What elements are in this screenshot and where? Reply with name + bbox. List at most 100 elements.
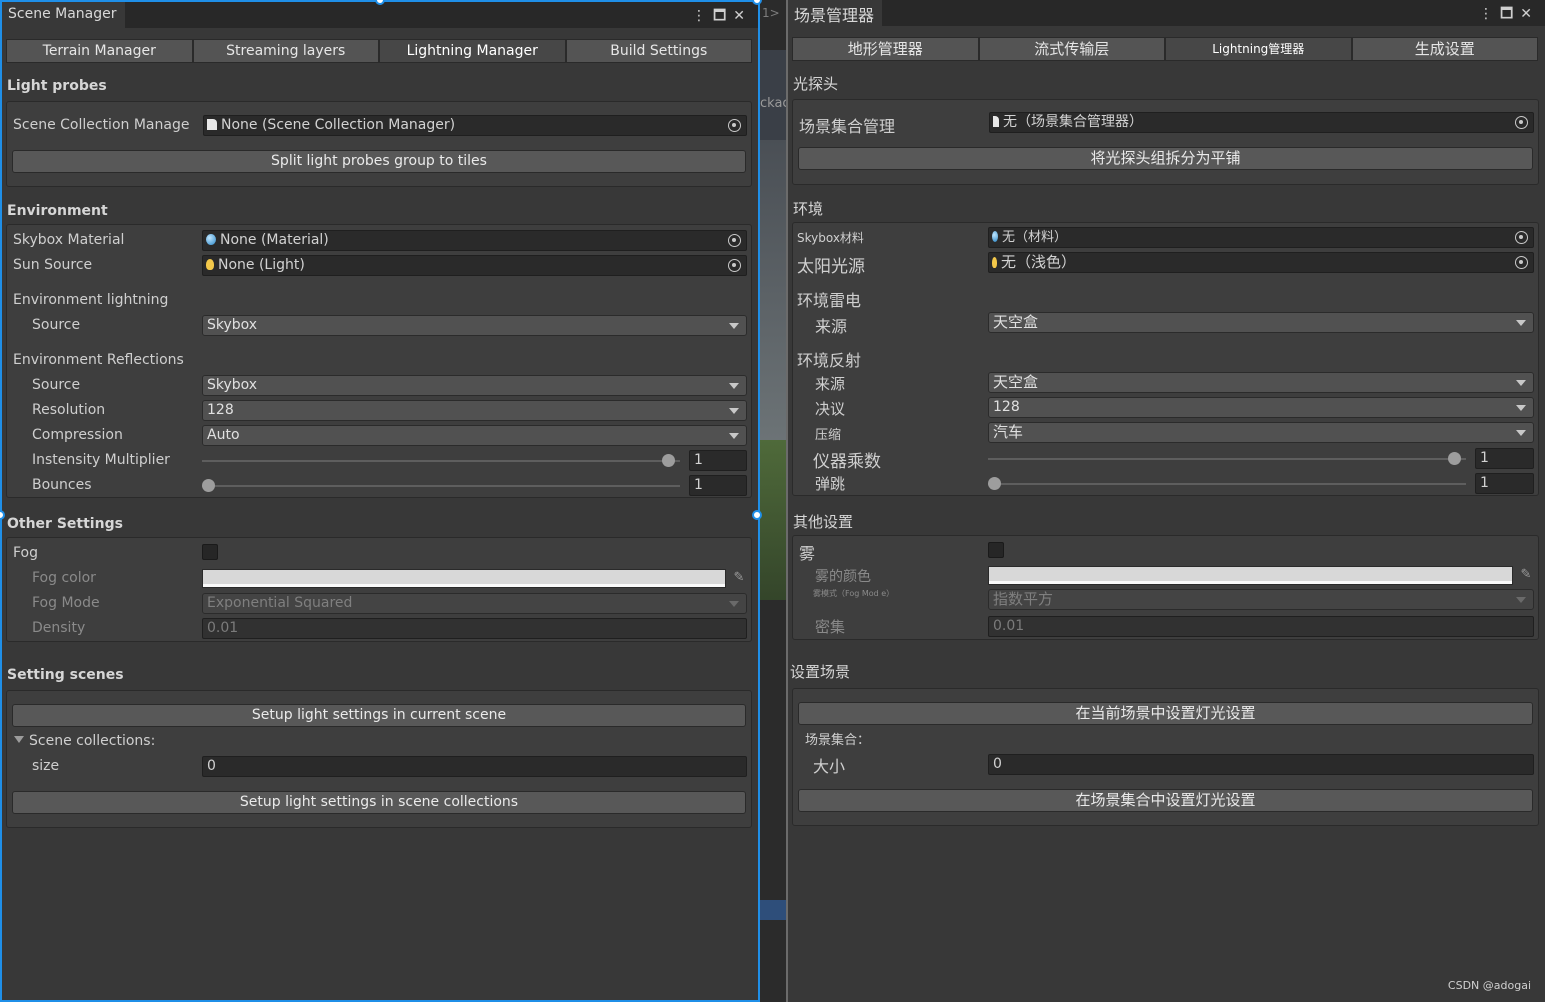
sun-source-field[interactable]: 无（浅色） bbox=[988, 252, 1534, 273]
document-icon bbox=[993, 116, 999, 127]
object-picker-icon[interactable] bbox=[1515, 231, 1528, 244]
size-input[interactable]: 0 bbox=[202, 756, 747, 777]
bounces-slider-handle[interactable] bbox=[988, 477, 1001, 490]
setup-current-scene-button[interactable]: 在当前场景中设置灯光设置 bbox=[798, 702, 1533, 725]
sun-source-value: 无（浅色） bbox=[1001, 253, 1077, 271]
tab-lightning-manager[interactable]: Lightning管理器 bbox=[1165, 37, 1352, 61]
bounces-slider-handle[interactable] bbox=[202, 479, 215, 492]
section-title-light-probes: 光探头 bbox=[793, 75, 839, 93]
intensity-slider-handle[interactable] bbox=[662, 454, 676, 467]
close-icon[interactable]: ✕ bbox=[1520, 6, 1539, 22]
eyedropper-icon[interactable]: ✎ bbox=[731, 570, 747, 586]
light-probes-box: Scene Collection Manage None (Scene Coll… bbox=[6, 101, 752, 187]
tab-terrain-manager[interactable]: 地形管理器 bbox=[792, 37, 979, 61]
object-picker-icon[interactable] bbox=[1515, 256, 1528, 269]
window-titlebar: 场景管理器 ⋮🗖✕ bbox=[788, 0, 1545, 26]
window-menu-icon[interactable]: ⋮ bbox=[1479, 6, 1500, 22]
scene-collections-foldout[interactable]: 场景集合： bbox=[805, 729, 870, 748]
resolution-dropdown[interactable]: 128 bbox=[202, 400, 747, 421]
tab-terrain-manager[interactable]: Terrain Manager bbox=[6, 39, 193, 63]
chevron-down-icon bbox=[729, 433, 739, 439]
window-title-tab[interactable]: Scene Manager bbox=[2, 2, 125, 28]
fog-mode-value: 指数平方 bbox=[993, 590, 1054, 608]
setup-scene-collections-button[interactable]: Setup light settings in scene collection… bbox=[12, 791, 746, 814]
intensity-slider-track[interactable] bbox=[988, 458, 1466, 460]
scene-view-region bbox=[760, 900, 786, 920]
tab-streaming-layers[interactable]: Streaming layers bbox=[192, 39, 379, 63]
close-icon[interactable]: ✕ bbox=[733, 8, 752, 24]
object-picker-icon[interactable] bbox=[728, 234, 741, 247]
scene-view-sliver: 1> ckac bbox=[760, 0, 786, 1002]
density-input[interactable]: 0.01 bbox=[988, 616, 1534, 637]
bounces-input[interactable]: 1 bbox=[1475, 473, 1534, 494]
window-menu-icon[interactable]: ⋮ bbox=[692, 8, 713, 24]
scene-collections-foldout[interactable]: Scene collections: bbox=[14, 733, 155, 749]
fog-mode-dropdown[interactable]: Exponential Squared bbox=[202, 593, 747, 614]
skybox-material-field[interactable]: None (Material) bbox=[202, 230, 747, 251]
density-input[interactable]: 0.01 bbox=[202, 618, 747, 639]
lighting-source-dropdown[interactable]: Skybox bbox=[202, 315, 747, 336]
compression-dropdown[interactable]: 汽车 bbox=[988, 422, 1534, 443]
reflection-source-dropdown[interactable]: Skybox bbox=[202, 375, 747, 396]
material-sphere-icon bbox=[206, 234, 216, 245]
fog-checkbox[interactable] bbox=[202, 544, 218, 560]
tab-build-settings[interactable]: Build Settings bbox=[565, 39, 752, 63]
density-label: Density bbox=[32, 620, 86, 636]
intensity-multiplier-input[interactable]: 1 bbox=[1475, 448, 1534, 469]
fog-color-swatch[interactable] bbox=[988, 566, 1513, 585]
window-title-tab[interactable]: 场景管理器 bbox=[788, 0, 883, 26]
compression-label: 压缩 bbox=[815, 428, 842, 443]
scene-collection-label: Scene Collection Manage bbox=[13, 117, 190, 133]
chevron-down-icon bbox=[1516, 380, 1526, 386]
bounces-input[interactable]: 1 bbox=[689, 475, 747, 496]
scene-collection-field[interactable]: 无（场景集合管理器） bbox=[989, 112, 1534, 133]
scene-collections-label: Scene collections: bbox=[29, 733, 156, 749]
maximize-icon[interactable]: 🗖 bbox=[1500, 6, 1520, 22]
fog-checkbox[interactable] bbox=[988, 542, 1004, 558]
eyedropper-icon[interactable]: ✎ bbox=[1518, 567, 1534, 583]
intensity-multiplier-input[interactable]: 1 bbox=[689, 450, 747, 471]
tab-build-settings[interactable]: 生成设置 bbox=[1351, 37, 1538, 61]
reflection-source-dropdown[interactable]: 天空盒 bbox=[988, 372, 1534, 393]
intensity-multiplier-label: 仪器乘数 bbox=[813, 452, 881, 472]
environment-reflections-header: Environment Reflections bbox=[13, 352, 184, 368]
resize-handle[interactable] bbox=[752, 510, 762, 520]
skybox-material-label: Skybox材料 bbox=[797, 231, 864, 245]
tab-bar: 地形管理器 流式传输层 Lightning管理器 生成设置 bbox=[792, 37, 1538, 61]
lighting-source-label: 来源 bbox=[815, 317, 848, 336]
fog-color-swatch[interactable] bbox=[202, 569, 726, 588]
bounces-slider-track[interactable] bbox=[202, 485, 680, 487]
lighting-source-dropdown[interactable]: 天空盒 bbox=[988, 312, 1534, 333]
environment-lighting-header: Environment lightning bbox=[13, 292, 169, 308]
setup-scene-collections-button[interactable]: 在场景集合中设置灯光设置 bbox=[798, 789, 1533, 812]
skybox-material-label: Skybox Material bbox=[13, 232, 125, 248]
section-title-other-settings: 其他设置 bbox=[793, 513, 854, 531]
tab-lightning-manager[interactable]: Lightning Manager bbox=[379, 39, 566, 63]
compression-value: Auto bbox=[207, 427, 240, 443]
bounces-slider-track[interactable] bbox=[988, 483, 1466, 485]
maximize-icon[interactable]: 🗖 bbox=[713, 8, 733, 24]
other-settings-box: 雾 雾的颜色 ✎ 雾模式（Fog Mod e） 指数平方 密集 0.01 bbox=[792, 535, 1539, 640]
object-picker-icon[interactable] bbox=[728, 259, 741, 272]
size-input[interactable]: 0 bbox=[988, 754, 1534, 775]
skybox-material-value: 无（材料） bbox=[1002, 230, 1068, 245]
fog-mode-dropdown[interactable]: 指数平方 bbox=[988, 589, 1534, 610]
object-picker-icon[interactable] bbox=[1515, 116, 1528, 129]
object-picker-icon[interactable] bbox=[728, 119, 741, 132]
scene-manager-window-en: Scene Manager ⋮🗖✕ Terrain Manager Stream… bbox=[0, 0, 760, 1002]
split-light-probes-button[interactable]: 将光探头组拆分为平铺 bbox=[798, 147, 1533, 170]
tab-streaming-layers[interactable]: 流式传输层 bbox=[978, 37, 1165, 61]
bounces-label: Bounces bbox=[32, 477, 92, 493]
chevron-down-icon bbox=[1516, 597, 1526, 603]
sun-source-field[interactable]: None (Light) bbox=[202, 255, 747, 276]
resolution-label: Resolution bbox=[32, 402, 106, 418]
intensity-slider-handle[interactable] bbox=[1448, 452, 1462, 465]
scene-collection-field[interactable]: None (Scene Collection Manager) bbox=[203, 115, 747, 136]
compression-dropdown[interactable]: Auto bbox=[202, 425, 747, 446]
split-light-probes-button[interactable]: Split light probes group to tiles bbox=[12, 150, 746, 173]
skybox-material-field[interactable]: 无（材料） bbox=[988, 227, 1534, 248]
resolution-dropdown[interactable]: 128 bbox=[988, 397, 1534, 418]
setup-current-scene-button[interactable]: Setup light settings in current scene bbox=[12, 704, 746, 727]
intensity-slider-track[interactable] bbox=[202, 460, 680, 462]
fog-mode-label: 雾模式（Fog Mod e） bbox=[813, 589, 895, 598]
